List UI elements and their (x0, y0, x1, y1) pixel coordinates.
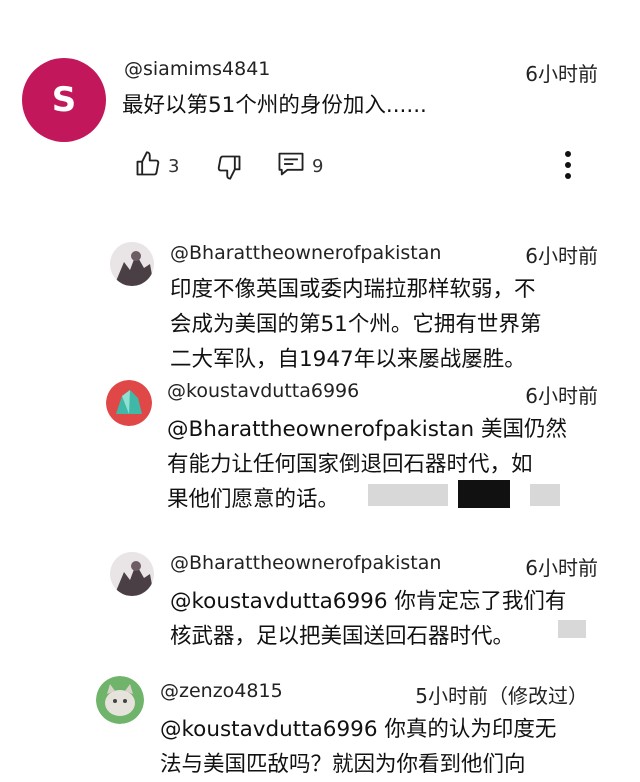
thumbs-up-icon (134, 150, 162, 183)
reply-line: @Bharattheownerofpakistan 美国仍然 (167, 417, 567, 442)
reply-line: 有能力让任何国家倒退回石器时代，如 (167, 452, 533, 477)
reply-author[interactable]: @koustavdutta6996 (167, 380, 359, 402)
avatar[interactable] (96, 676, 144, 724)
comment-time: 6小时前 (525, 62, 598, 86)
reply-text: @koustavdutta6996 你真的认为印度无 法与美国匹敌吗？就因为你看… (160, 712, 556, 782)
comment-author[interactable]: @siamims4841 (124, 58, 270, 80)
avatar-letter: S (51, 80, 77, 120)
reply-author[interactable]: @zenzo4815 (160, 680, 283, 702)
reply-line: 印度不像英国或委内瑞拉那样软弱，不 (170, 277, 536, 302)
reply-author[interactable]: @Bharattheownerofpakistan (170, 242, 441, 264)
reply-count: 9 (312, 156, 324, 177)
reply-time: 6小时前 (525, 384, 598, 408)
reply-text: @koustavdutta6996 你肯定忘了我们有 核武器，足以把美国送回石器… (170, 584, 566, 654)
like-count: 3 (168, 156, 180, 177)
reply-time: 6小时前 (525, 556, 598, 580)
avatar[interactable] (110, 552, 154, 596)
redaction-mark (458, 480, 510, 508)
thumbs-down-icon (215, 155, 243, 185)
avatar[interactable] (106, 380, 152, 426)
reply-author[interactable]: @Bharattheownerofpakistan (170, 552, 441, 574)
redaction-mark (368, 484, 448, 506)
reply-line: 法与美国匹敌吗？就因为你看到他们向 (160, 752, 526, 777)
dislike-button[interactable] (215, 153, 243, 185)
reply-line: 核武器，足以把美国送回石器时代。 (170, 624, 515, 649)
more-vert-icon[interactable] (564, 151, 572, 179)
reply-text: 印度不像英国或委内瑞拉那样软弱，不 会成为美国的第51个州。它拥有世界第 二大军… (170, 272, 541, 377)
reply-time: 5小时前（修改过） (415, 684, 588, 708)
comment-icon (276, 150, 306, 183)
reply-line: @koustavdutta6996 你真的认为印度无 (160, 717, 557, 742)
avatar[interactable] (110, 242, 154, 286)
reply-time: 6小时前 (525, 244, 598, 268)
redaction-mark (558, 620, 586, 638)
reply-line: @koustavdutta6996 你肯定忘了我们有 (170, 589, 567, 614)
comment-text: 最好以第51个州的身份加入...... (122, 93, 427, 118)
reply-button[interactable]: 9 (276, 150, 323, 183)
like-button[interactable]: 3 (134, 150, 179, 183)
reply-line: 会成为美国的第51个州。它拥有世界第 (170, 312, 542, 337)
reply-line: 二大军队，自1947年以来屡战屡胜。 (170, 347, 526, 372)
redaction-mark (530, 484, 560, 506)
avatar[interactable]: S (22, 58, 106, 142)
